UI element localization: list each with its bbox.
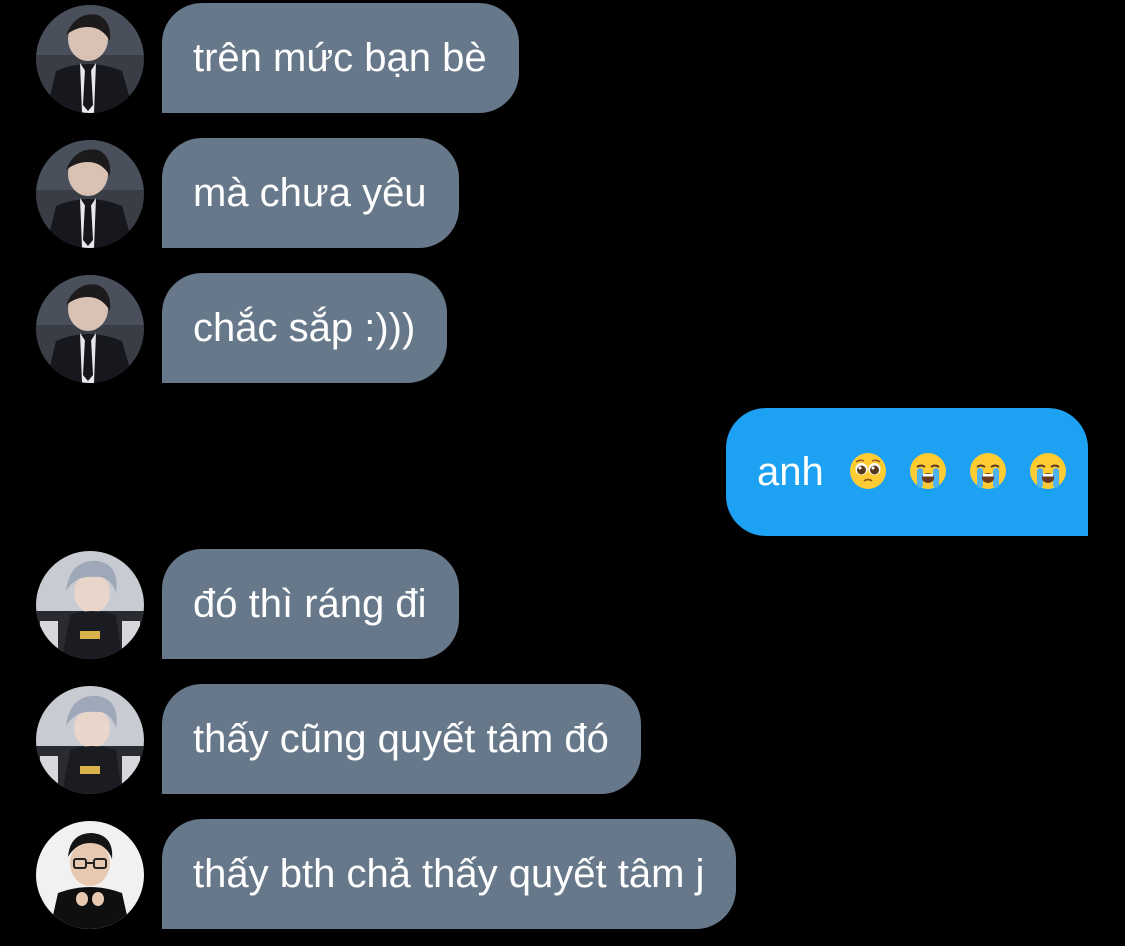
message-text: đó thì ráng đi: [193, 582, 427, 626]
avatar-suit-boy[interactable]: [36, 275, 144, 383]
message-text: trên mức bạn bè: [193, 36, 487, 80]
loudly-crying-face-emoji: [969, 452, 1007, 490]
message-row: thấy bth chả thấy quyết tâm j: [0, 819, 1125, 929]
avatar-silver-hair[interactable]: [36, 686, 144, 794]
outgoing-message-bubble[interactable]: anh: [726, 408, 1088, 536]
message-text: anh: [757, 450, 824, 494]
message-row: thấy cũng quyết tâm đó: [0, 684, 1125, 794]
loudly-crying-face-emoji: [1029, 452, 1067, 490]
message-row: anh: [0, 408, 1125, 536]
loudly-crying-face-emoji: [909, 452, 947, 490]
incoming-message-bubble[interactable]: thấy cũng quyết tâm đó: [162, 684, 641, 794]
message-text: thấy bth chả thấy quyết tâm j: [193, 852, 705, 896]
message-row: chắc sắp :))): [0, 273, 1125, 383]
message-text: thấy cũng quyết tâm đó: [193, 717, 609, 761]
avatar-silver-hair[interactable]: [36, 551, 144, 659]
avatar-glasses-boy[interactable]: [36, 821, 144, 929]
message-text: mà chưa yêu: [193, 171, 427, 215]
incoming-message-bubble[interactable]: thấy bth chả thấy quyết tâm j: [162, 819, 737, 929]
message-text: chắc sắp :))): [193, 306, 416, 350]
incoming-message-bubble[interactable]: đó thì ráng đi: [162, 549, 459, 659]
incoming-message-bubble[interactable]: mà chưa yêu: [162, 138, 459, 248]
message-row: mà chưa yêu: [0, 138, 1125, 248]
incoming-message-bubble[interactable]: trên mức bạn bè: [162, 3, 519, 113]
incoming-message-bubble[interactable]: chắc sắp :))): [162, 273, 448, 383]
message-row: đó thì ráng đi: [0, 549, 1125, 659]
message-row: trên mức bạn bè: [0, 3, 1125, 113]
pleading-face-emoji: [849, 452, 887, 490]
avatar-suit-boy[interactable]: [36, 140, 144, 248]
avatar-suit-boy[interactable]: [36, 5, 144, 113]
